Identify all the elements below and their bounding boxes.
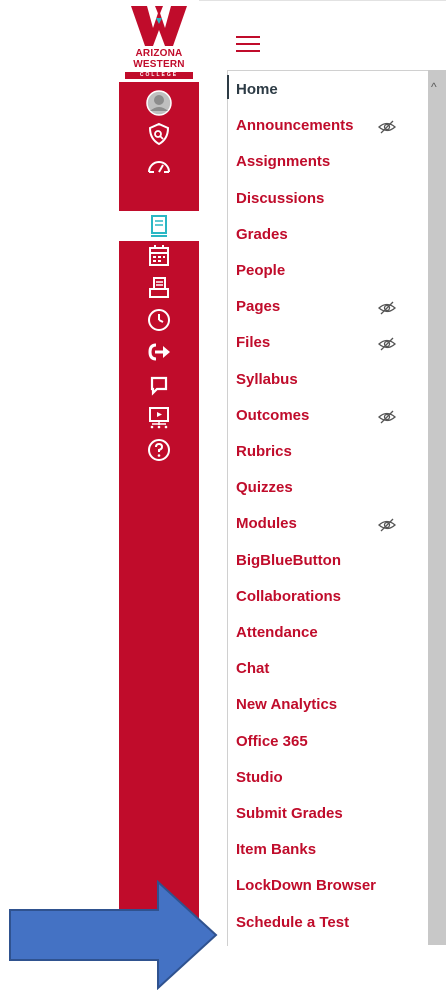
history-clock-icon[interactable] [119, 305, 199, 335]
hidden-eye-icon [378, 120, 396, 134]
college-logo[interactable]: ARIZONA WESTERN COLLEGE [119, 0, 199, 82]
scroll-up-arrow-icon[interactable]: ^ [431, 80, 437, 94]
chat-bubble-icon[interactable] [119, 370, 199, 400]
admin-shield-icon[interactable] [119, 119, 199, 149]
course-nav-item-pages[interactable]: Pages [236, 298, 280, 315]
course-nav-item-chat[interactable]: Chat [236, 660, 269, 677]
hidden-eye-icon [378, 337, 396, 351]
course-nav-item-bigbluebutton[interactable]: BigBlueButton [236, 552, 341, 569]
global-navigation: ARIZONA WESTERN COLLEGE [119, 0, 199, 944]
course-nav-item-discussions[interactable]: Discussions [236, 190, 324, 207]
course-nav-item-home[interactable]: Home [236, 81, 278, 98]
dashboard-gauge-icon[interactable] [119, 151, 199, 181]
callout-arrow [9, 880, 218, 990]
calendar-icon[interactable] [119, 241, 199, 271]
inbox-icon[interactable] [119, 273, 199, 303]
commons-arrow-icon[interactable] [119, 337, 199, 367]
scrollbar[interactable] [428, 70, 446, 945]
course-nav-item-submit-grades[interactable]: Submit Grades [236, 805, 343, 822]
course-nav-item-office-365[interactable]: Office 365 [236, 733, 308, 750]
course-nav-item-files[interactable]: Files [236, 334, 270, 351]
course-nav-item-schedule-a-test[interactable]: Schedule a Test [236, 914, 349, 931]
logo-line-2: WESTERN [133, 59, 185, 70]
course-nav-item-people[interactable]: People [236, 262, 285, 279]
logo-line-1: ARIZONA [135, 48, 183, 59]
course-nav-item-syllabus[interactable]: Syllabus [236, 371, 298, 388]
course-nav-item-new-analytics[interactable]: New Analytics [236, 696, 337, 713]
course-nav-item-item-banks[interactable]: Item Banks [236, 841, 316, 858]
account-avatar-icon[interactable] [119, 88, 199, 118]
course-nav-item-modules[interactable]: Modules [236, 515, 297, 532]
course-nav-item-attendance[interactable]: Attendance [236, 624, 318, 641]
course-nav-item-quizzes[interactable]: Quizzes [236, 479, 293, 496]
course-nav-item-assignments[interactable]: Assignments [236, 153, 330, 170]
help-question-icon[interactable] [119, 435, 199, 465]
course-nav-item-rubrics[interactable]: Rubrics [236, 443, 292, 460]
hidden-eye-icon [378, 301, 396, 315]
course-nav-item-announcements[interactable]: Announcements [236, 117, 354, 134]
course-nav-item-studio[interactable]: Studio [236, 769, 283, 786]
course-nav-item-outcomes[interactable]: Outcomes [236, 407, 309, 424]
logo-line-3: COLLEGE [125, 72, 193, 79]
courses-book-icon[interactable] [119, 211, 199, 241]
logo-w-mark [131, 6, 187, 46]
studio-presentation-icon[interactable] [119, 403, 199, 433]
course-nav-item-collaborations[interactable]: Collaborations [236, 588, 341, 605]
hidden-eye-icon [378, 410, 396, 424]
course-navigation-menu: Home Announcements Assignments Discussions G… [227, 70, 429, 946]
hamburger-menu-icon[interactable] [236, 36, 260, 54]
current-item-indicator [227, 75, 229, 99]
course-nav-item-grades[interactable]: Grades [236, 226, 288, 243]
hidden-eye-icon [378, 518, 396, 532]
course-nav-item-lockdown-browser[interactable]: LockDown Browser [236, 877, 376, 894]
